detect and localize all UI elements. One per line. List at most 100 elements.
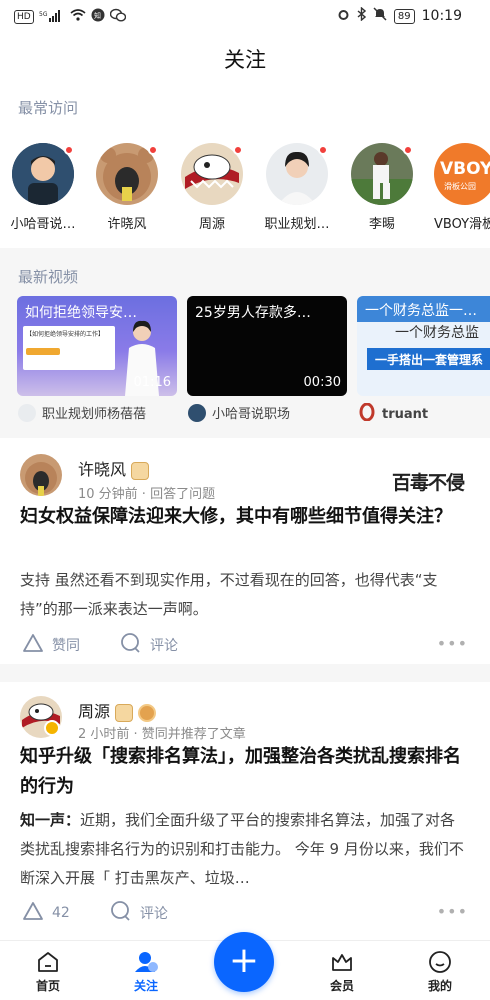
nav-member-label: 会员 bbox=[329, 979, 354, 993]
feed-card-1[interactable]: 许晓风 10 分钟前 · 回答了问题 百毒不侵 妇女权益保障法迎来大修，其中有哪… bbox=[0, 438, 490, 664]
latest-videos-section: 最新视频 【如何拒绝领导安排的工作】 如何拒绝领导安… 01:16 25岁男人存… bbox=[0, 248, 490, 438]
action-bar: 42 评论 bbox=[22, 901, 208, 925]
article-excerpt[interactable]: 知一声：近期，我们全面升级了平台的搜索排名算法，加强了对各类扰乱搜索排名行为的识… bbox=[20, 806, 470, 893]
signal-icon: 5G bbox=[39, 9, 65, 25]
video-card-1[interactable]: 【如何拒绝领导安排的工作】 如何拒绝领导安… 01:16 bbox=[17, 296, 177, 396]
excerpt-text: 近期，我们全面升级了平台的搜索排名算法，加强了对各类扰乱搜索排名行为的识别和打击… bbox=[20, 811, 464, 887]
vboy-logo-sub: 滑板公园 bbox=[444, 182, 476, 191]
svg-text:5G: 5G bbox=[39, 11, 48, 18]
wechat-icon bbox=[109, 8, 126, 26]
upvote-button[interactable]: 赞同 bbox=[22, 633, 80, 657]
comment-button[interactable]: 评论 bbox=[120, 633, 178, 657]
battery-indicator: 89 bbox=[393, 8, 415, 24]
comment-icon bbox=[110, 901, 132, 925]
bluetooth-icon bbox=[357, 6, 366, 25]
video-author-name: 小哈哥说职场 bbox=[212, 407, 291, 422]
clock: 10:19 bbox=[421, 8, 462, 24]
nav-follow-label: 关注 bbox=[133, 979, 158, 993]
svg-text:知: 知 bbox=[94, 11, 101, 20]
nav-member[interactable]: 会员 bbox=[312, 949, 372, 994]
frequent-visits-label: 最常访问 bbox=[18, 99, 79, 117]
alarm-icon bbox=[337, 8, 350, 25]
author-name-text: 许晓风 bbox=[78, 460, 127, 479]
video-author-3[interactable]: truant bbox=[358, 402, 429, 425]
video-author-2[interactable]: 小哈哥说职场 bbox=[188, 403, 290, 422]
frequent-item-name: 李晹 bbox=[368, 217, 395, 232]
answer-excerpt[interactable]: 支持 虽然还看不到现实作用，不过看现在的回答，也得代表“支持”的那一派来表达一声… bbox=[20, 566, 470, 624]
author-name[interactable]: 许晓风 bbox=[78, 456, 150, 480]
avatar bbox=[12, 143, 74, 205]
wifi-icon bbox=[70, 9, 86, 25]
nav-mine-label: 我的 bbox=[427, 979, 452, 993]
comment-label: 评论 bbox=[150, 638, 178, 654]
excerpt-prefix: 知一声： bbox=[20, 811, 81, 829]
hd-indicator: HD bbox=[14, 10, 34, 24]
slide-highlight bbox=[26, 348, 60, 355]
frequent-item-vboy[interactable]: VBOY 滑板公园 VBOY滑板 bbox=[424, 143, 490, 232]
member-crown-icon bbox=[312, 949, 372, 975]
action-bar: 赞同 评论 bbox=[22, 633, 218, 657]
video-banner: 一手搭出一套管理系 bbox=[367, 348, 490, 370]
frequent-item-xiaohage[interactable]: 小哈哥说… bbox=[0, 143, 86, 232]
frequent-item-career-planning[interactable]: 职业规划… bbox=[254, 143, 340, 232]
latest-videos-label: 最新视频 bbox=[18, 268, 79, 286]
unread-dot bbox=[148, 145, 158, 155]
create-post-button[interactable]: + bbox=[214, 932, 274, 992]
verified-star-icon bbox=[44, 720, 60, 736]
video-author-name: 职业规划师杨蓓蓓 bbox=[42, 407, 147, 422]
avatar bbox=[181, 143, 243, 205]
profile-face-icon bbox=[410, 949, 470, 975]
video-title: 如何拒绝领导安… bbox=[25, 305, 137, 321]
unread-dot bbox=[233, 145, 243, 155]
feed-divider bbox=[0, 664, 490, 682]
author-name-text: 周源 bbox=[78, 702, 111, 721]
author-name[interactable]: 周源 bbox=[78, 698, 157, 722]
article-title[interactable]: 知乎升级「搜索排名算法」，加强整治各类扰乱搜索排名的行为 bbox=[20, 742, 475, 802]
avatar bbox=[96, 143, 158, 205]
video-card-2[interactable]: 25岁男人存款多… 00:30 bbox=[187, 296, 347, 396]
nav-follow[interactable]: 关注 bbox=[116, 949, 176, 994]
question-title[interactable]: 妇女权益保障法迎来大修，其中有哪些细节值得关注？ bbox=[20, 502, 475, 532]
nav-home-label: 首页 bbox=[35, 979, 60, 993]
avatar[interactable] bbox=[20, 454, 62, 496]
more-options-icon[interactable]: ••• bbox=[437, 902, 468, 921]
activity-meta: 2 小时前 · 赞同并推荐了文章 bbox=[78, 727, 246, 742]
mute-icon bbox=[373, 7, 387, 25]
frequent-item-liyang[interactable]: 李晹 bbox=[339, 143, 425, 232]
video-author-1[interactable]: 职业规划师杨蓓蓓 bbox=[18, 403, 146, 422]
truant-logo-icon bbox=[358, 402, 376, 425]
nav-home[interactable]: 首页 bbox=[18, 949, 78, 994]
frequent-item-zhouyuan[interactable]: 周源 bbox=[169, 143, 255, 232]
video-duration: 00:30 bbox=[303, 375, 341, 390]
comment-icon bbox=[120, 633, 142, 657]
publisher-logo: 百毒不侵 bbox=[391, 472, 465, 494]
feed-card-2[interactable]: 周源 2 小时前 · 赞同并推荐了文章 知乎升级「搜索排名算法」，加强整治各类扰… bbox=[0, 682, 490, 938]
frequent-item-name: 职业规划… bbox=[264, 217, 330, 232]
frequent-item-xuxiaofeng[interactable]: 许晓风 bbox=[84, 143, 170, 232]
avatar: VBOY 滑板公园 bbox=[434, 143, 490, 205]
video-card-3[interactable]: 一个财务总监一… 一个财务总监 一手搭出一套管理系 bbox=[357, 296, 490, 396]
video-slide-text: 【如何拒绝领导安排的工作】 bbox=[26, 331, 105, 338]
medal-badge-icon bbox=[138, 703, 157, 722]
nav-mine[interactable]: 我的 bbox=[410, 949, 470, 994]
unread-dot bbox=[403, 145, 413, 155]
follow-people-icon bbox=[116, 949, 176, 975]
video-author-name: truant bbox=[382, 406, 429, 422]
comment-button[interactable]: 评论 bbox=[110, 901, 168, 925]
unread-dot bbox=[64, 145, 74, 155]
upvote-button[interactable]: 42 bbox=[22, 901, 70, 925]
frequent-visits-row: 小哈哥说… 许晓风 周源 职业规划… 李晹 VBOY 滑板公园 VBOY滑板 bbox=[0, 143, 490, 243]
vboy-logo: VBOY bbox=[440, 159, 490, 179]
video-title: 25岁男人存款多… bbox=[195, 305, 311, 321]
more-options-icon[interactable]: ••• bbox=[437, 634, 468, 653]
creator-badge-icon bbox=[115, 703, 134, 722]
creator-badge-icon bbox=[131, 461, 150, 480]
upvote-count: 42 bbox=[52, 905, 70, 921]
status-bar: HD 5G 知 89 10:19 bbox=[0, 0, 490, 32]
upvote-triangle-icon bbox=[22, 901, 44, 925]
video-title: 一个财务总监一… bbox=[357, 296, 490, 322]
app-root: HD 5G 知 89 10:19 关注 最常访问 小哈哥说… 许晓风 周源 职业… bbox=[0, 0, 490, 1000]
video-duration: 01:16 bbox=[133, 375, 171, 390]
notification-badge-icon: 知 bbox=[91, 8, 105, 26]
avatar bbox=[18, 403, 36, 422]
